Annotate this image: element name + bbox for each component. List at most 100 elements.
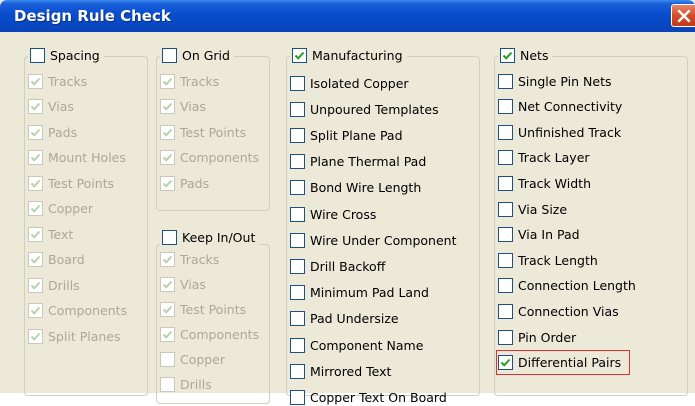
checkbox bbox=[160, 351, 175, 367]
checkbox[interactable] bbox=[290, 337, 305, 353]
spacing-item-tracks: Tracks bbox=[28, 72, 87, 90]
checkbox[interactable] bbox=[498, 150, 513, 166]
checkmark-icon bbox=[30, 153, 41, 162]
nets-item-track-layer[interactable]: Track Layer bbox=[498, 149, 590, 167]
nets-item-differential-pairs[interactable]: Differential Pairs bbox=[498, 354, 621, 372]
checkmark-icon bbox=[30, 281, 41, 290]
nets-item-track-width[interactable]: Track Width bbox=[498, 174, 591, 192]
on-grid-item-components: Components bbox=[160, 149, 259, 167]
checkbox-label: Via In Pad bbox=[518, 227, 580, 243]
manufacturing-item-split-plane-pad[interactable]: Split Plane Pad bbox=[290, 126, 403, 144]
spacing-item-drills: Drills bbox=[28, 276, 80, 294]
nets-header[interactable]: Nets bbox=[498, 46, 553, 64]
checkbox[interactable] bbox=[290, 311, 305, 327]
checkbox[interactable] bbox=[290, 180, 305, 196]
checkbox[interactable] bbox=[498, 175, 513, 191]
checkbox-label: Minimum Pad Land bbox=[310, 285, 429, 301]
checkmark-icon bbox=[500, 358, 511, 367]
checkbox-label: Single Pin Nets bbox=[518, 73, 612, 89]
checkmark-icon bbox=[30, 102, 41, 111]
spacing-item-board: Board bbox=[28, 251, 85, 269]
manufacturing-item-mirrored-text[interactable]: Mirrored Text bbox=[290, 362, 391, 380]
manufacturing-item-drill-backoff[interactable]: Drill Backoff bbox=[290, 257, 385, 275]
checkbox[interactable] bbox=[290, 75, 305, 91]
checkbox[interactable] bbox=[290, 101, 305, 117]
checkbox[interactable] bbox=[290, 127, 305, 143]
nets-item-unfinished-track[interactable]: Unfinished Track bbox=[498, 123, 621, 141]
checkbox[interactable] bbox=[290, 154, 305, 170]
on-grid-checkbox[interactable] bbox=[162, 47, 177, 63]
checkbox[interactable] bbox=[498, 73, 513, 89]
nets-item-single-pin-nets[interactable]: Single Pin Nets bbox=[498, 72, 612, 90]
checkbox[interactable] bbox=[498, 303, 513, 319]
checkbox[interactable] bbox=[290, 363, 305, 379]
keep-in-out-header[interactable]: Keep In/Out bbox=[160, 228, 260, 246]
checkbox bbox=[28, 277, 43, 293]
checkbox[interactable] bbox=[498, 124, 513, 140]
checkbox[interactable] bbox=[498, 329, 513, 345]
close-icon bbox=[677, 9, 691, 23]
spacing-checkbox[interactable] bbox=[30, 47, 45, 63]
on-grid-header[interactable]: On Grid bbox=[160, 46, 234, 64]
checkbox-label: Board bbox=[48, 252, 85, 267]
checkbox bbox=[28, 175, 43, 191]
checkbox-label: Via Size bbox=[518, 201, 568, 217]
manufacturing-item-wire-cross[interactable]: Wire Cross bbox=[290, 205, 376, 223]
keep-in-out-item-copper: Copper bbox=[160, 350, 225, 368]
manufacturing-item-minimum-pad-land[interactable]: Minimum Pad Land bbox=[290, 284, 429, 302]
checkmark-icon bbox=[162, 330, 173, 339]
checkbox[interactable] bbox=[290, 206, 305, 222]
checkbox[interactable] bbox=[290, 258, 305, 274]
manufacturing-item-wire-under-component[interactable]: Wire Under Component bbox=[290, 231, 456, 249]
checkmark-icon bbox=[30, 306, 41, 315]
close-button[interactable] bbox=[671, 4, 695, 27]
spacing-item-test-points: Test Points bbox=[28, 174, 114, 192]
nets-item-connection-length[interactable]: Connection Length bbox=[498, 277, 636, 295]
checkbox[interactable] bbox=[498, 278, 513, 294]
checkmark-icon bbox=[30, 179, 41, 188]
checkmark-icon bbox=[30, 230, 41, 239]
nets-item-via-in-pad[interactable]: Via In Pad bbox=[498, 226, 580, 244]
manufacturing-item-plane-thermal-pad[interactable]: Plane Thermal Pad bbox=[290, 153, 426, 171]
checkbox bbox=[160, 276, 175, 292]
spacing-header[interactable]: Spacing bbox=[28, 46, 104, 64]
checkbox-label: Bond Wire Length bbox=[310, 180, 422, 196]
checkbox-label: Pin Order bbox=[518, 329, 577, 345]
checkbox[interactable] bbox=[290, 232, 305, 248]
checkbox-label: Drills bbox=[180, 376, 212, 392]
checkbox bbox=[160, 301, 175, 317]
checkbox[interactable] bbox=[498, 252, 513, 268]
checkbox-label: Components bbox=[180, 326, 260, 342]
checkbox[interactable] bbox=[498, 99, 513, 115]
checkbox[interactable] bbox=[498, 201, 513, 217]
nets-item-via-size[interactable]: Via Size bbox=[498, 200, 567, 218]
checkbox bbox=[160, 326, 175, 342]
manufacturing-item-pad-undersize[interactable]: Pad Undersize bbox=[290, 310, 399, 328]
checkbox[interactable] bbox=[498, 227, 513, 243]
checkbox[interactable] bbox=[498, 355, 513, 371]
nets-item-net-connectivity[interactable]: Net Connectivity bbox=[498, 98, 622, 116]
manufacturing-header[interactable]: Manufacturing bbox=[290, 46, 407, 64]
checkbox-label: Differential Pairs bbox=[518, 355, 622, 371]
checkbox-label: Test Points bbox=[48, 175, 115, 191]
nets-label: Nets bbox=[520, 47, 549, 63]
nets-item-connection-vias[interactable]: Connection Vias bbox=[498, 302, 619, 320]
manufacturing-item-isolated-copper[interactable]: Isolated Copper bbox=[290, 74, 409, 92]
title-bar[interactable]: Design Rule Check bbox=[0, 0, 695, 32]
manufacturing-item-bond-wire-length[interactable]: Bond Wire Length bbox=[290, 179, 421, 197]
checkmark-icon bbox=[162, 255, 173, 264]
nets-item-track-length[interactable]: Track Length bbox=[498, 251, 598, 269]
manufacturing-item-component-name[interactable]: Component Name bbox=[290, 336, 423, 354]
keep-in-out-checkbox[interactable] bbox=[162, 229, 177, 245]
manufacturing-checkbox[interactable] bbox=[292, 47, 307, 63]
on-grid-item-test-points: Test Points bbox=[160, 123, 246, 141]
checkbox bbox=[160, 124, 175, 140]
nets-checkbox[interactable] bbox=[500, 47, 515, 63]
checkbox-label: Vias bbox=[180, 99, 206, 114]
checkbox-label: Components bbox=[48, 303, 128, 318]
checkbox[interactable] bbox=[290, 389, 305, 405]
checkbox[interactable] bbox=[290, 285, 305, 301]
manufacturing-item-copper-text-on-board[interactable]: Copper Text On Board bbox=[290, 388, 447, 406]
manufacturing-item-unpoured-templates[interactable]: Unpoured Templates bbox=[290, 100, 439, 118]
nets-item-pin-order[interactable]: Pin Order bbox=[498, 328, 576, 346]
